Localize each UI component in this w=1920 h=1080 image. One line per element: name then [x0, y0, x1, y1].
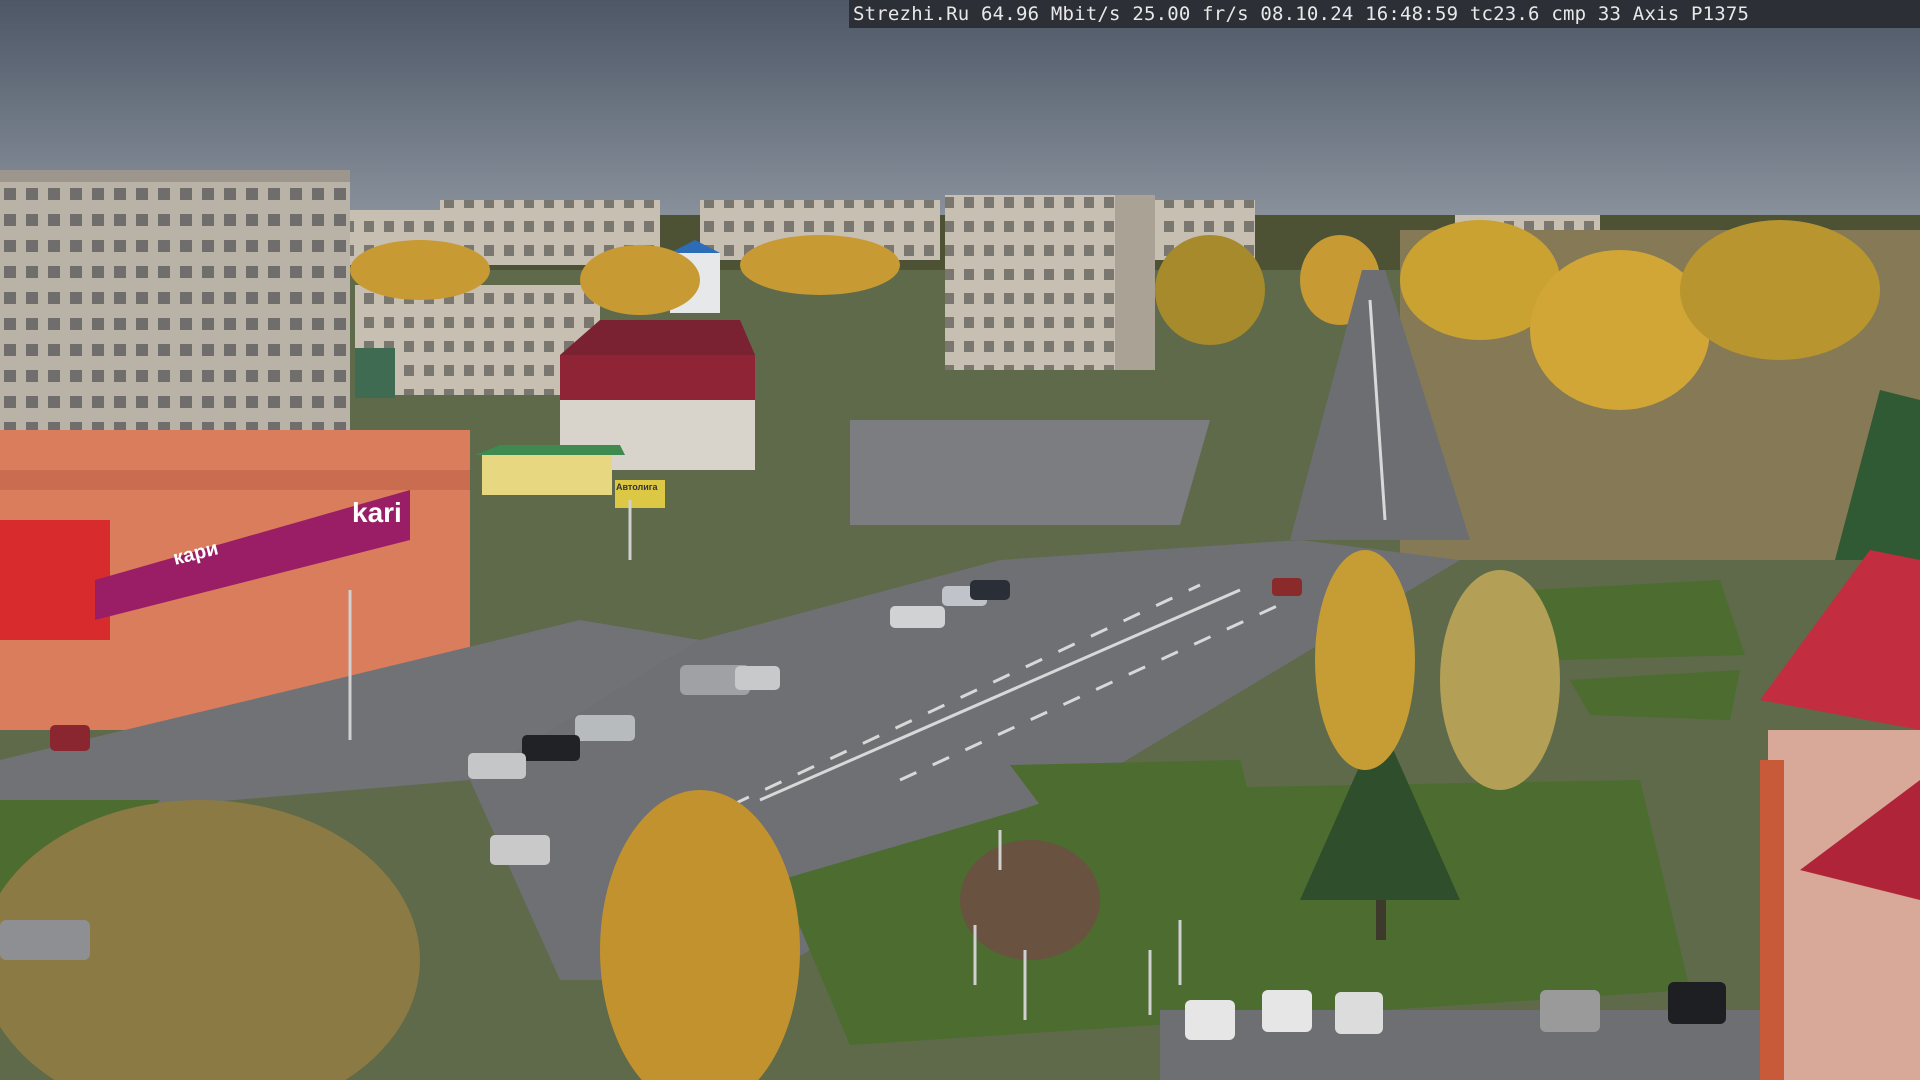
- car: [1668, 982, 1726, 1024]
- car: [970, 580, 1010, 600]
- car: [468, 753, 526, 779]
- kari-logo: kari: [352, 497, 402, 528]
- car: [735, 666, 780, 690]
- car: [1185, 1000, 1235, 1040]
- right-birch-forest: [1400, 220, 1920, 560]
- central-plaza: [850, 420, 1210, 525]
- market-sign: Автолига: [616, 482, 658, 492]
- camera-overlay-bar: Strezhi.Ru 64.96 Mbit/s 25.00 fr/s 08.10…: [849, 0, 1920, 28]
- car: [1335, 992, 1383, 1034]
- car: [522, 735, 580, 761]
- car: [575, 715, 635, 741]
- car: [0, 920, 90, 960]
- webcam-street-scene: kari кари Автолига: [0, 0, 1920, 1080]
- car: [1272, 578, 1302, 596]
- car: [490, 835, 550, 865]
- car: [1540, 990, 1600, 1032]
- car: [50, 725, 90, 751]
- camera-overlay-text: Strezhi.Ru 64.96 Mbit/s 25.00 fr/s 08.10…: [853, 3, 1750, 25]
- car: [890, 606, 945, 628]
- car: [1262, 990, 1312, 1032]
